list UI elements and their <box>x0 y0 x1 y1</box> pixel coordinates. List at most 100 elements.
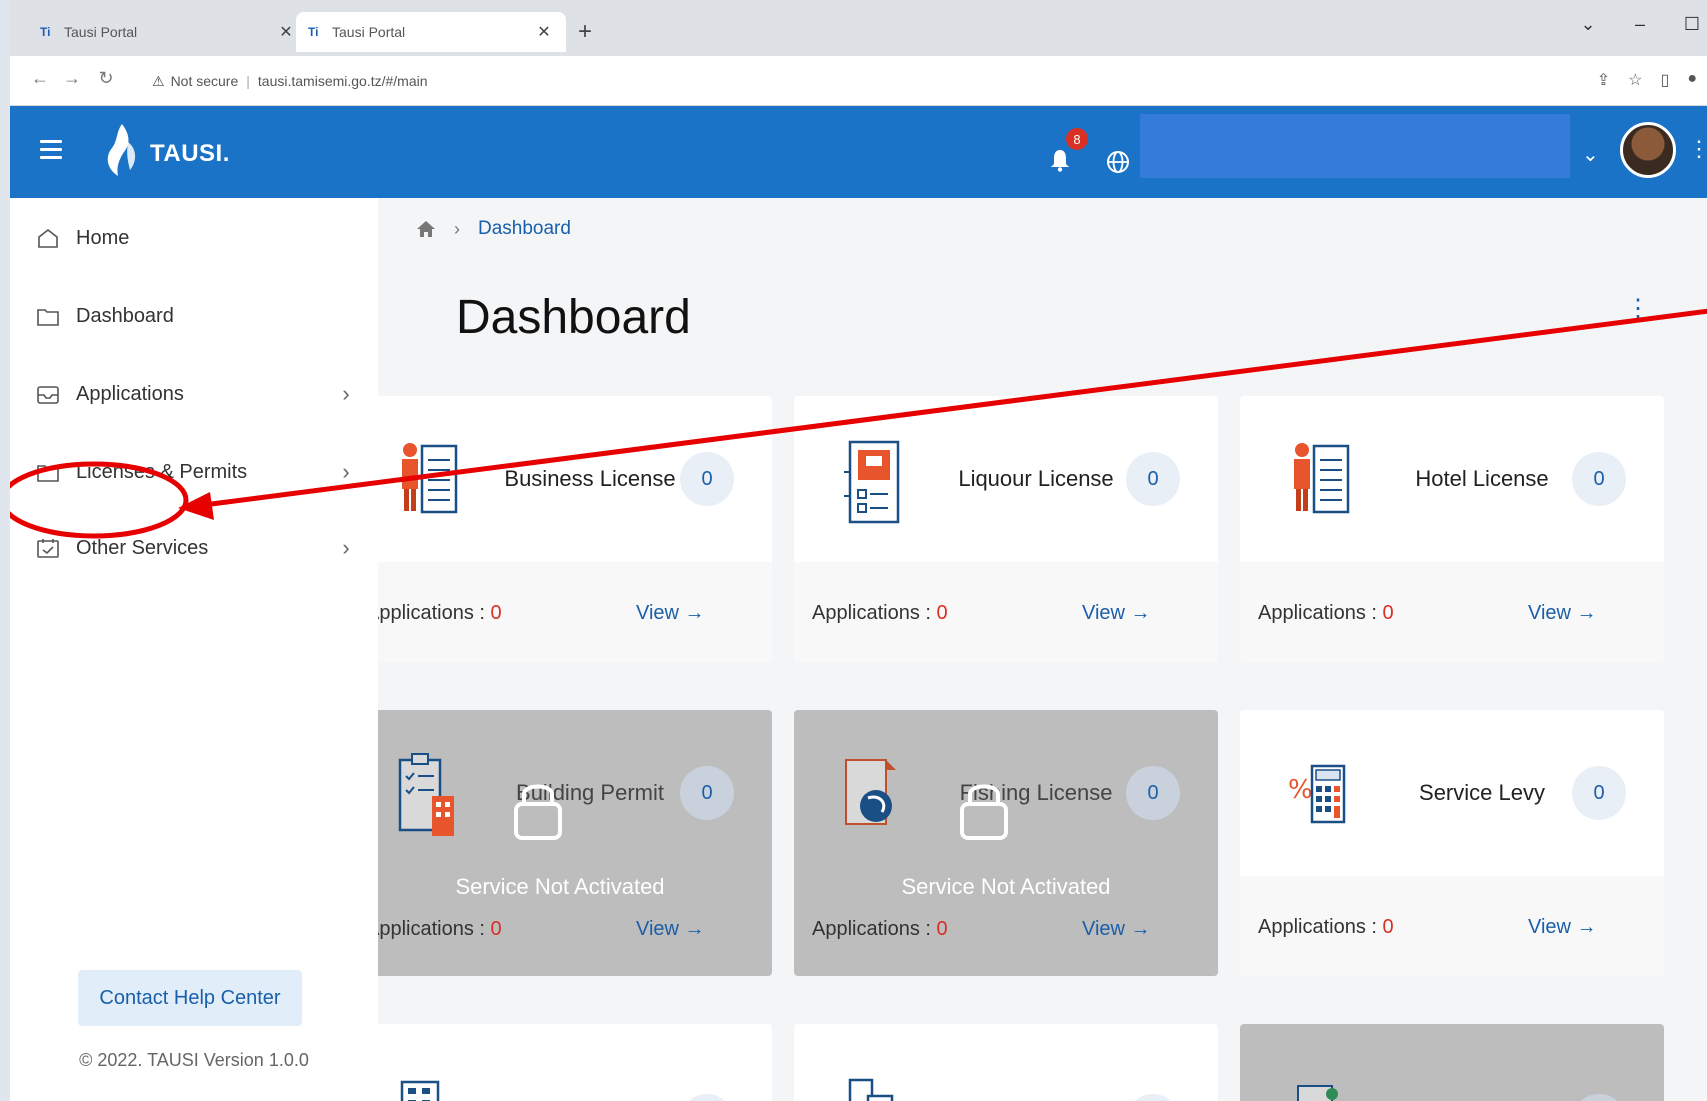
card-liquour-license[interactable]: Liquour License 0 Applications : 0 View … <box>794 396 1218 662</box>
card-top: Building Permit 0 <box>378 710 772 876</box>
applications-label: Applications : <box>1258 602 1383 624</box>
home-icon[interactable] <box>416 220 436 238</box>
minimize-icon[interactable]: – <box>1625 14 1655 35</box>
applications-count: 0 <box>490 918 502 940</box>
view-link[interactable]: View → <box>636 602 705 625</box>
bell-icon[interactable] <box>1050 148 1070 172</box>
building-icon <box>400 1080 440 1101</box>
view-link[interactable]: View → <box>1082 918 1151 941</box>
view-link[interactable]: View → <box>1528 602 1597 625</box>
card-applications: Applications : 0 <box>812 602 948 625</box>
applications-count: 0 <box>1382 602 1394 624</box>
security-label: Not secure <box>170 73 239 89</box>
new-tab-button[interactable]: + <box>570 18 600 46</box>
browser-tab-1[interactable]: Ti Tausi Portal ✕ <box>28 12 308 52</box>
card-count <box>1126 1094 1180 1101</box>
reload-icon[interactable]: ↻ <box>94 68 118 89</box>
applications-count: 0 <box>936 918 948 940</box>
user-avatar[interactable] <box>1620 122 1676 178</box>
breadcrumb-current[interactable]: Dashboard <box>478 218 571 240</box>
url-text: tausi.tamisemi.go.tz/#/main <box>257 73 428 89</box>
chevron-down-icon[interactable]: ⌄ <box>1582 142 1599 167</box>
applications-count: 0 <box>1382 916 1394 938</box>
profile-icon[interactable]: ● <box>1687 70 1697 90</box>
card-applications: Applications : 0 <box>378 918 502 941</box>
url-field[interactable]: ⚠ Not secure | tausi.tamisemi.go.tz/#/ma… <box>138 65 1518 97</box>
star-icon[interactable]: ☆ <box>1628 70 1642 90</box>
card-top: % Service Levy 0 <box>1240 710 1664 876</box>
lock-icon <box>514 784 562 840</box>
view-link[interactable]: View → <box>636 918 705 941</box>
tab-bar: Ti Tausi Portal ✕ Ti Tausi Portal ✕ + ⌄ … <box>10 0 1707 56</box>
maximize-icon[interactable]: ☐ <box>1677 14 1707 35</box>
sidebar-item-label: Dashboard <box>76 304 174 327</box>
service-not-activated-label: Service Not Activated <box>455 874 665 899</box>
applications-label: Applications : <box>378 918 491 940</box>
card-applications: Applications : 0 <box>378 602 502 625</box>
home-icon <box>38 228 58 248</box>
hamburger-menu-icon[interactable] <box>40 140 62 159</box>
sidebar-item-dashboard[interactable]: Dashboard <box>36 296 356 336</box>
inbox-icon <box>37 386 59 404</box>
card-row3-3[interactable] <box>1240 1024 1664 1101</box>
sidebar-panel-icon[interactable]: ▯ <box>1661 70 1670 90</box>
chevron-right-icon: › <box>342 381 350 406</box>
globe-icon[interactable] <box>1106 150 1130 174</box>
favicon-icon: Ti <box>308 25 319 39</box>
calendar-check-icon <box>37 539 59 558</box>
sidebar-item-applications[interactable]: Applications › <box>36 374 356 414</box>
card-title: Hotel License <box>1415 466 1549 491</box>
card-row3-2[interactable] <box>794 1024 1218 1101</box>
sidebar-item-label: Licenses & Permits <box>76 460 248 483</box>
view-link[interactable]: View → <box>1082 602 1151 625</box>
card-hotel-license[interactable]: Hotel License 0 Applications : 0 View → <box>1240 396 1664 662</box>
sidebar-item-home[interactable]: Home <box>36 218 356 258</box>
forward-icon[interactable]: → <box>60 68 84 89</box>
card-count: 0 <box>1572 452 1626 506</box>
fishing-license-icon <box>845 759 896 825</box>
back-icon[interactable]: ← <box>28 68 52 89</box>
copyright-text: © 2022. TAUSI Version 1.0.0 <box>79 1050 309 1070</box>
chevron-right-icon: › <box>342 535 350 560</box>
more-vertical-icon[interactable]: ⋮ <box>1688 136 1707 162</box>
card-count: 0 <box>1572 766 1626 820</box>
chevron-right-icon: › <box>342 459 350 484</box>
hotel-license-icon <box>1294 443 1350 514</box>
sidebar-item-other-services[interactable]: Other Services › <box>36 528 356 568</box>
card-top: Liquour License 0 <box>794 396 1218 562</box>
close-icon[interactable]: ✕ <box>534 22 554 42</box>
view-link[interactable]: View → <box>1528 916 1597 939</box>
breadcrumb: › Dashboard <box>416 218 571 240</box>
card-footer: Applications : 0 View → <box>1240 562 1664 662</box>
contact-help-center-button[interactable]: Contact Help Center <box>78 970 302 1026</box>
card-service-levy[interactable]: % Service Levy 0 Applications : 0 View → <box>1240 710 1664 976</box>
more-vertical-icon[interactable]: ⋮ <box>1626 294 1650 323</box>
card-footer: Applications : 0 View → <box>378 562 772 662</box>
browser-tab-2[interactable]: Ti Tausi Portal ✕ <box>296 12 566 52</box>
breadcrumb-separator-icon: › <box>454 218 460 239</box>
app-header: TAUSI. 8 ⌄ ⋮ <box>10 106 1707 198</box>
browser-window: Ti Tausi Portal ✕ Ti Tausi Portal ✕ + ⌄ … <box>10 0 1707 1101</box>
card-count <box>680 1094 734 1101</box>
service-levy-icon: % <box>1288 764 1346 824</box>
card-row3-1[interactable] <box>378 1024 772 1101</box>
sidebar-item-licenses-permits[interactable]: Licenses & Permits › <box>36 452 356 492</box>
chevron-down-icon[interactable]: ⌄ <box>1573 14 1603 35</box>
url-divider: | <box>246 73 250 89</box>
favicon-icon: Ti <box>40 25 51 39</box>
applications-label: Applications : <box>812 602 937 624</box>
card-title: Liquour License <box>958 466 1114 491</box>
close-icon[interactable]: ✕ <box>276 22 296 42</box>
card-building-permit[interactable]: Building Permit 0 Service Not Activated … <box>378 710 772 976</box>
window-controls: ⌄ – ☐ <box>1573 14 1707 35</box>
card-business-license[interactable]: Business License 0 Applications : 0 View… <box>378 396 772 662</box>
tausi-logo-icon <box>107 124 136 176</box>
main-content: › Dashboard Dashboard ⋮ Business License… <box>378 198 1707 1101</box>
card-title: Service Levy <box>1419 780 1545 805</box>
share-icon[interactable]: ⇪ <box>1597 70 1610 90</box>
notification-badge: 8 <box>1064 126 1090 152</box>
user-select-field[interactable] <box>1140 114 1570 178</box>
applications-count: 0 <box>490 602 502 624</box>
card-fishing-license[interactable]: Fishing License 0 Service Not Activated … <box>794 710 1218 976</box>
tab-label: Tausi Portal <box>64 24 138 40</box>
